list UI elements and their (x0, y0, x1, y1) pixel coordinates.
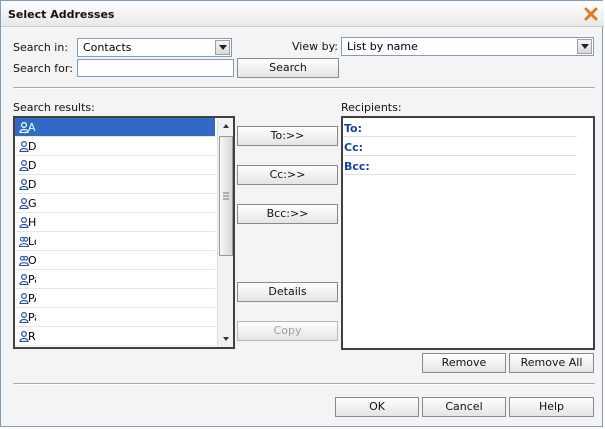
details-button[interactable]: Details (237, 282, 338, 302)
list-item[interactable]: Dy (15, 175, 215, 194)
cancel-button[interactable]: Cancel (422, 397, 506, 417)
list-item[interactable]: Gl (15, 194, 215, 213)
search-in-value: Contacts (83, 41, 132, 54)
list-item-label: Pa (28, 273, 36, 286)
chevron-down-icon[interactable] (215, 40, 230, 55)
list-item-label: Lo (28, 235, 36, 248)
list-item[interactable]: Lo (15, 232, 215, 251)
scroll-up-icon[interactable] (219, 119, 233, 133)
list-item-label: Ar (28, 121, 36, 134)
search-results-list[interactable]: Ar D: De Dy Gl He Lo O' Pa PA Pa Ri (13, 116, 235, 349)
scroll-thumb[interactable] (219, 136, 233, 256)
recipient-bcc-row[interactable]: Bcc: (343, 156, 577, 175)
list-item-label: D: (28, 140, 36, 153)
ok-button[interactable]: OK (335, 397, 419, 417)
list-item-label: He (28, 216, 36, 229)
divider (13, 87, 595, 89)
list-item[interactable]: O' (15, 251, 215, 270)
list-item[interactable]: Pa (15, 308, 215, 327)
add-cc-button[interactable]: Cc:>> (237, 165, 338, 185)
list-item-label: PA (28, 292, 36, 305)
close-icon[interactable] (583, 6, 599, 22)
search-in-label: Search in: (13, 41, 69, 54)
recipient-bcc-label: Bcc: (344, 160, 370, 173)
divider (13, 383, 595, 385)
list-item-label: Ri (28, 330, 36, 343)
list-item[interactable]: De (15, 156, 215, 175)
list-item[interactable]: He (15, 213, 215, 232)
list-item[interactable]: Ar (15, 118, 215, 137)
search-for-input[interactable] (77, 59, 234, 77)
view-by-dropdown[interactable]: List by name (341, 37, 594, 56)
vertical-scrollbar[interactable] (217, 118, 233, 347)
recipients-list[interactable]: To: Cc: Bcc: (341, 116, 595, 350)
add-to-button[interactable]: To:>> (237, 126, 338, 146)
list-item-label: Gl (28, 197, 36, 210)
list-item[interactable]: PA (15, 289, 215, 308)
help-button[interactable]: Help (509, 397, 594, 417)
search-for-label: Search for: (13, 62, 73, 75)
recipients-label: Recipients: (341, 101, 402, 114)
list-item[interactable]: D: (15, 137, 215, 156)
select-addresses-dialog: Select Addresses Search in: Contacts Vie… (0, 0, 604, 427)
remove-button[interactable]: Remove (422, 353, 506, 373)
title-bar: Select Addresses (1, 1, 604, 27)
remove-all-button[interactable]: Remove All (509, 353, 594, 373)
recipient-to-row[interactable]: To: (343, 118, 577, 137)
dialog-title: Select Addresses (8, 8, 115, 21)
grip-icon (223, 192, 229, 200)
chevron-down-icon[interactable] (577, 39, 592, 54)
search-results-label: Search results: (13, 101, 95, 114)
recipient-to-label: To: (344, 122, 362, 135)
add-bcc-button[interactable]: Bcc:>> (237, 204, 338, 224)
search-button[interactable]: Search (237, 58, 339, 78)
recipient-cc-label: Cc: (344, 141, 363, 154)
list-item[interactable]: Ri (15, 327, 215, 346)
copy-button[interactable]: Copy (237, 321, 338, 341)
list-item[interactable]: Pa (15, 270, 215, 289)
view-by-value: List by name (347, 40, 418, 53)
scroll-down-icon[interactable] (219, 332, 233, 346)
view-by-label: View by: (292, 40, 338, 53)
recipient-cc-row[interactable]: Cc: (343, 137, 577, 156)
search-in-dropdown[interactable]: Contacts (77, 38, 232, 57)
list-item-label: Pa (28, 311, 36, 324)
list-item-label: O' (28, 254, 36, 267)
list-item-label: Dy (28, 178, 36, 191)
list-item-label: De (28, 159, 36, 172)
